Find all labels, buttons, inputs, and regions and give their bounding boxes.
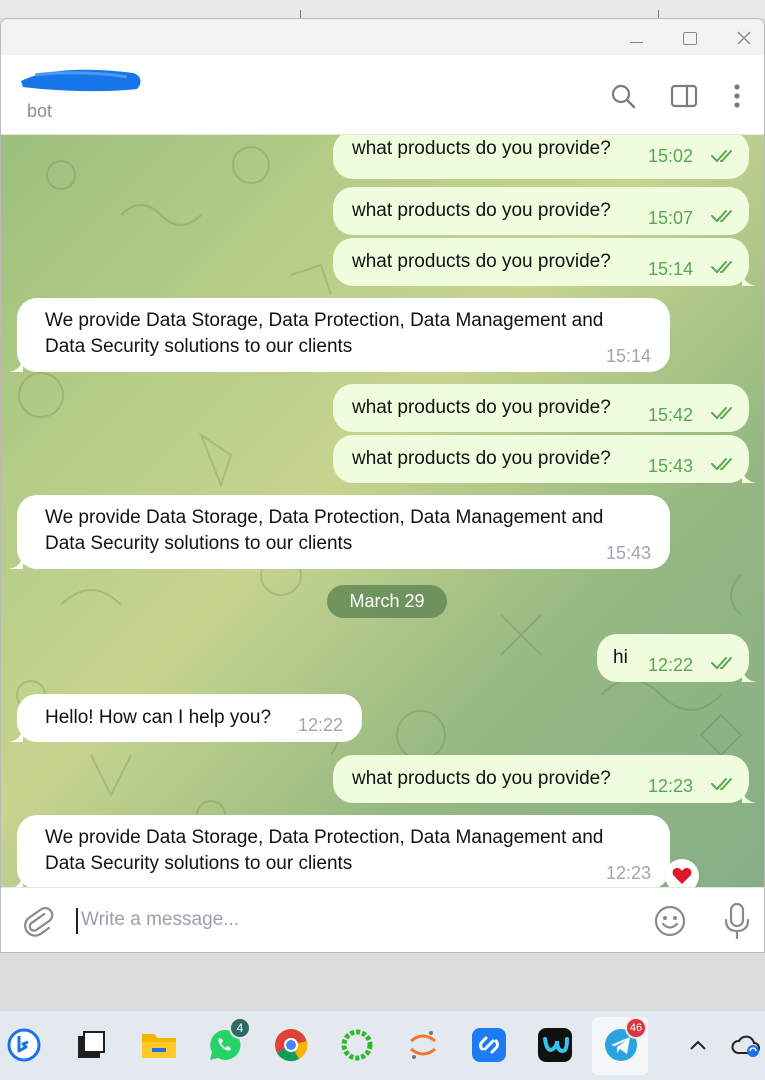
telegram-window: bot what products do you provide? 15:02 … [0,18,765,953]
more-vertical-icon[interactable] [722,81,752,111]
message-time: 15:02 [648,146,694,166]
window-titlebar [1,19,764,55]
webex-icon[interactable] [535,1025,575,1065]
message-text: what products do you provide? [352,138,611,159]
incoming-message[interactable]: We provide Data Storage, Data Protection… [17,495,670,569]
desktop-background-strip [0,0,765,18]
double-check-icon [711,407,732,420]
message-text: what products do you provide? [352,251,611,272]
incoming-message[interactable]: Hello! How can I help you? 12:22 [17,694,362,742]
message-text-line: Data Security solutions to our clients [45,336,353,357]
message-text-line: We provide Data Storage, Data Protection… [45,827,604,848]
double-check-icon [711,458,732,471]
message-text-line: We provide Data Storage, Data Protection… [45,507,604,528]
double-check-icon [711,778,732,791]
message-composer [1,887,764,952]
double-check-icon [711,261,732,274]
message-time: 15:07 [648,208,694,228]
message-time: 15:14 [606,346,652,366]
chat-status: bot [27,101,53,121]
whatsapp-unread-badge: 4 [229,1017,251,1039]
bubble-tail [9,728,23,742]
windows-taskbar: 4 46 [0,1010,765,1080]
message-time: 15:14 [648,259,694,279]
outgoing-message[interactable]: what products do you provide? 12:23 [333,755,749,803]
file-explorer-icon[interactable] [139,1025,179,1065]
bubble-tail [742,789,756,803]
message-time: 12:23 [648,776,694,796]
message-text: hi [613,647,628,668]
task-view-icon[interactable] [71,1025,111,1065]
message-input[interactable] [81,902,621,938]
outgoing-message[interactable]: what products do you provide? 15:42 [333,384,749,432]
text-cursor [76,908,78,934]
telegram-unread-badge: 46 [625,1017,647,1039]
chat-message-list[interactable]: what products do you provide? 15:02 what… [1,135,764,887]
minimize-icon[interactable] [616,25,656,51]
message-text-line: Data Security solutions to our clients [45,533,353,554]
message-time: 12:23 [606,863,652,883]
message-time: 12:22 [298,715,344,735]
bubble-tail [15,875,23,887]
message-text: Hello! How can I help you? [45,707,272,728]
message-text: what products do you provide? [352,397,611,418]
heart-icon [672,868,692,884]
telegram-icon[interactable]: 46 [601,1017,647,1065]
link-app-icon[interactable] [469,1025,509,1065]
outgoing-message[interactable]: what products do you provide? 15:07 [333,187,749,235]
message-reaction[interactable] [665,859,699,887]
bubble-tail [742,469,756,483]
paperclip-icon[interactable] [21,904,55,938]
bubble-tail [742,272,756,286]
double-check-icon [711,210,732,223]
outgoing-message[interactable]: what products do you provide? 15:14 [333,238,749,286]
message-text-line: Data Security solutions to our clients [45,853,353,874]
bubble-tail [742,668,756,682]
microphone-icon[interactable] [721,902,753,940]
message-text-line: We provide Data Storage, Data Protection… [45,310,604,331]
outgoing-message[interactable]: what products do you provide? 15:02 [333,135,749,179]
maximize-icon[interactable] [670,25,710,51]
green-ring-app-icon[interactable] [337,1025,377,1065]
date-divider: March 29 [327,585,447,618]
search-icon[interactable] [608,81,638,111]
chevron-up-icon[interactable] [678,1025,718,1065]
bing-icon[interactable] [4,1025,44,1065]
message-time: 15:42 [648,405,694,425]
whatsapp-icon[interactable]: 4 [205,1017,251,1065]
double-check-icon [711,657,732,670]
double-check-icon [711,150,732,163]
chrome-icon[interactable] [271,1025,311,1065]
outgoing-message[interactable]: hi 12:22 [597,634,749,682]
outgoing-message[interactable]: what products do you provide? 15:43 [333,435,749,483]
side-panel-icon[interactable] [669,81,699,111]
message-time: 15:43 [648,456,694,476]
message-text: what products do you provide? [352,768,611,789]
bubble-tail [9,555,23,569]
emoji-icon[interactable] [653,904,687,938]
redacted-chat-title [21,69,141,92]
incoming-message[interactable]: We provide Data Storage, Data Protection… [17,815,670,887]
message-time: 15:43 [606,543,652,563]
chat-header: bot [1,55,764,135]
bubble-tail [9,358,23,372]
message-text: what products do you provide? [352,448,611,469]
message-text: what products do you provide? [352,200,611,221]
onedrive-sync-icon[interactable] [726,1025,765,1065]
incoming-message[interactable]: We provide Data Storage, Data Protection… [17,298,670,372]
message-time: 12:22 [648,655,694,675]
jupyter-icon[interactable] [403,1025,443,1065]
close-icon[interactable] [724,25,764,51]
